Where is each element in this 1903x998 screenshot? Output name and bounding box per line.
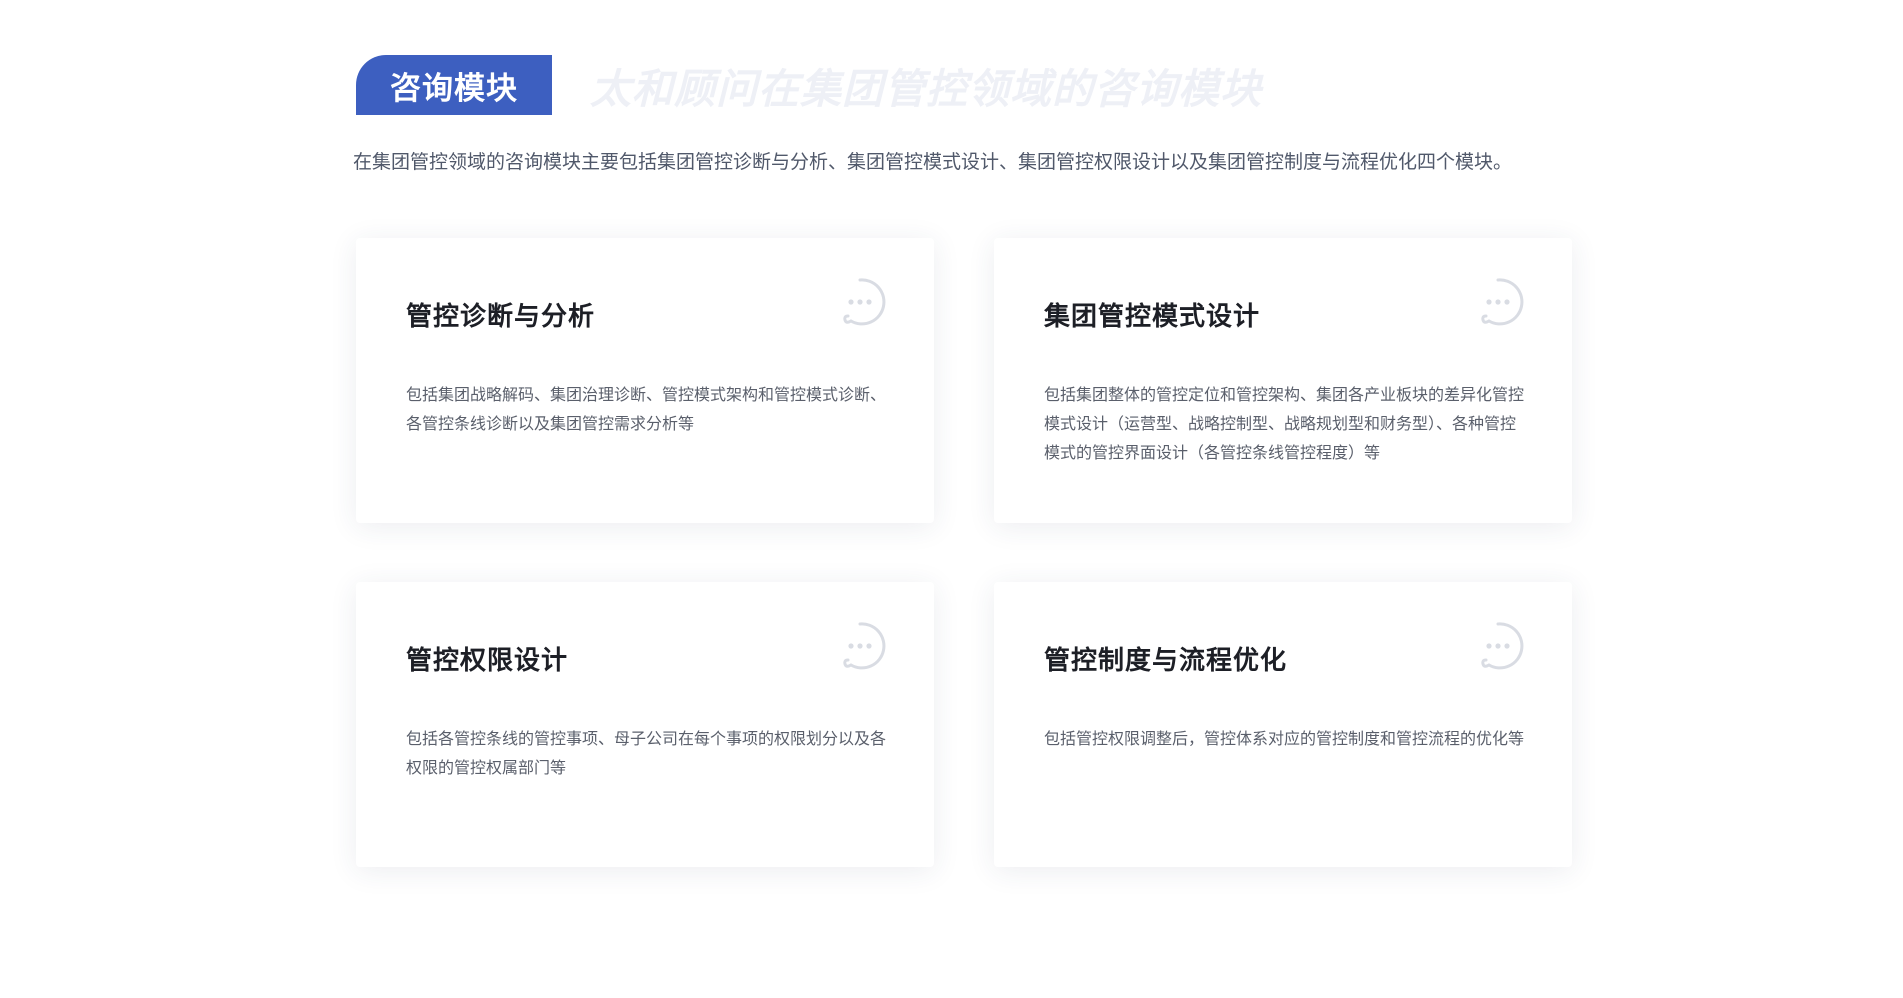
section-badge: 咨询模块 (356, 55, 552, 115)
card-description: 包括各管控条线的管控事项、母子公司在每个事项的权限划分以及各权限的管控权属部门等 (406, 729, 887, 777)
chat-bubble-icon (1481, 278, 1524, 326)
module-card-diagnosis: 管控诊断与分析 包括集团战略解码、集团治理诊断、管控模式架构和管控模式诊断、各管… (356, 238, 934, 523)
chat-bubble-icon (1481, 622, 1524, 670)
page: 咨询模块 太和顾问在集团管控领域的咨询模块 在集团管控领域的咨询模块主要包括集团… (0, 0, 1903, 998)
card-title: 管控制度与流程优化 (1044, 646, 1288, 676)
module-card-process: 管控制度与流程优化 包括管控权限调整后，管控体系对应的管控制度和管控流程的优化等 (994, 582, 1572, 867)
module-card-control-mode: 集团管控模式设计 包括集团整体的管控定位和管控架构、集团各产业板块的差异化管控模… (994, 238, 1572, 523)
chat-bubble-icon (843, 278, 886, 326)
section-header: 咨询模块 太和顾问在集团管控领域的咨询模块 (356, 55, 1262, 115)
section-watermark-title: 太和顾问在集团管控领域的咨询模块 (590, 65, 1262, 113)
module-card-authority: 管控权限设计 包括各管控条线的管控事项、母子公司在每个事项的权限划分以及各权限的… (356, 582, 934, 867)
intro-text: 在集团管控领域的咨询模块主要包括集团管控诊断与分析、集团管控模式设计、集团管控权… (353, 151, 1513, 173)
card-title: 管控诊断与分析 (406, 302, 596, 332)
card-title: 管控权限设计 (406, 646, 569, 676)
card-description: 包括管控权限调整后，管控体系对应的管控制度和管控流程的优化等 (1044, 729, 1525, 748)
chat-bubble-icon (843, 622, 886, 670)
card-description: 包括集团战略解码、集团治理诊断、管控模式架构和管控模式诊断、各管控条线诊断以及集… (406, 385, 887, 433)
card-description: 包括集团整体的管控定位和管控架构、集团各产业板块的差异化管控模式设计（运营型、战… (1044, 385, 1525, 462)
card-title: 集团管控模式设计 (1044, 302, 1261, 332)
